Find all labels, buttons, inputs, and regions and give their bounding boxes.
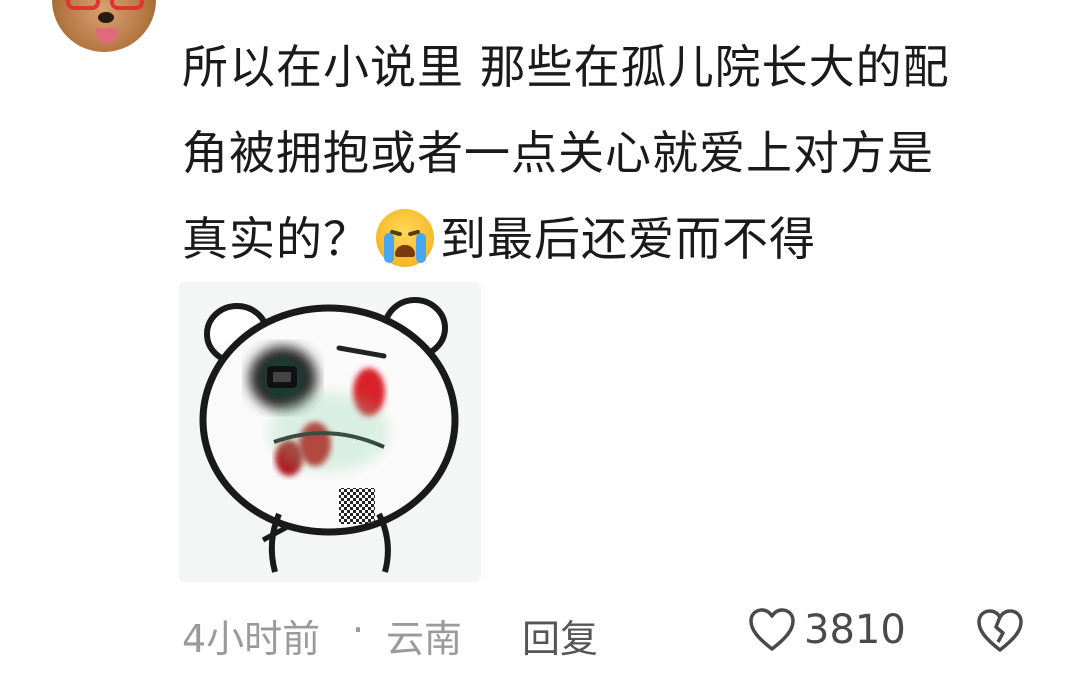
bear-sticker-drawing (199, 297, 459, 573)
reply-button[interactable]: 回复 (522, 608, 598, 663)
heart-outline-icon (749, 608, 795, 651)
comment-line-3-start: 真实的？ (182, 212, 370, 266)
comment-location: 云南 (386, 617, 463, 661)
comment-line-3: 真实的？ 到最后还爱而不得 (182, 196, 1042, 282)
avatar-glasses-right (110, 0, 144, 10)
avatar-nose (98, 12, 114, 23)
like-button[interactable]: 3810 (748, 604, 906, 656)
user-avatar[interactable] (52, 0, 156, 52)
dislike-button[interactable] (976, 608, 1024, 658)
comment-line-3-end: 到最后还爱而不得 (440, 212, 816, 266)
bear-sticker-image[interactable] (179, 282, 481, 582)
avatar-tongue (96, 28, 118, 44)
avatar-glasses-left (66, 0, 100, 10)
comment-text: 所以在小说里 那些在孤儿院长大的配 角被拥抱或者一点关心就爱上对方是 真实的？ 到… (182, 24, 1042, 282)
comment-line-1: 所以在小说里 那些在孤儿院长大的配 (182, 40, 950, 94)
comment-time: 4小时前 (182, 617, 321, 661)
like-count: 3810 (804, 607, 906, 653)
comment-line-2: 角被拥抱或者一点关心就爱上对方是 (182, 126, 934, 180)
crying-face-icon (376, 209, 434, 267)
meta-separator: · (352, 608, 365, 652)
broken-heart-icon (977, 609, 1023, 652)
